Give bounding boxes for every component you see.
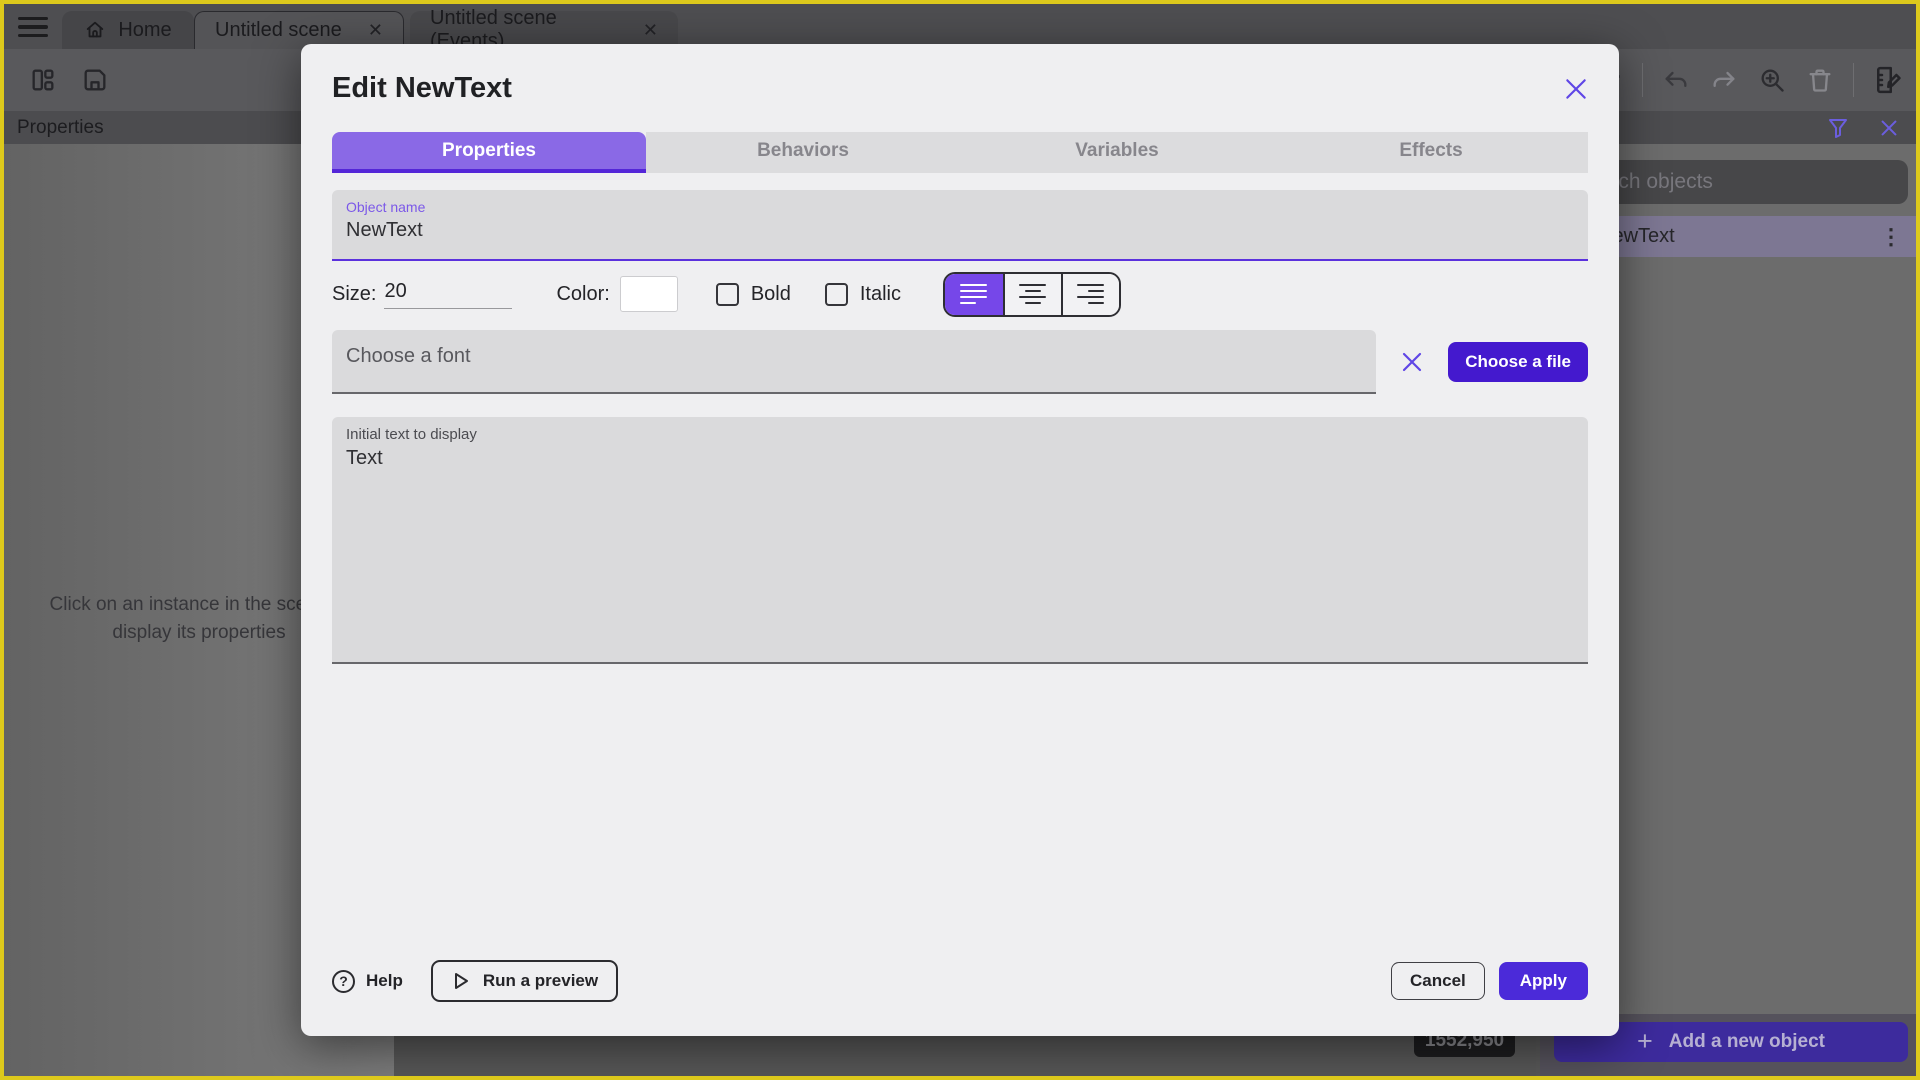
initial-text-input[interactable]: Text [346, 447, 1574, 631]
italic-checkbox[interactable] [824, 282, 848, 306]
trash-icon[interactable] [1805, 65, 1835, 95]
size-label: Size: [332, 282, 377, 305]
filter-icon[interactable] [1826, 116, 1850, 140]
tab-variables[interactable]: Variables [960, 132, 1274, 173]
edit-object-dialog: Edit NewText Properties Behaviors Variab… [301, 44, 1619, 1036]
tab-properties[interactable]: Properties [332, 132, 646, 173]
redo-icon[interactable] [1709, 65, 1739, 95]
open-panels-icon[interactable] [28, 65, 58, 95]
run-preview-button[interactable]: Run a preview [430, 960, 619, 1002]
initial-text-label: Initial text to display [346, 426, 477, 443]
help-label: Help [366, 971, 403, 990]
bold-label: Bold [750, 282, 791, 305]
tab-home-label: Home [118, 18, 172, 41]
toolbar-left-group [28, 65, 110, 95]
clear-font-icon[interactable] [1400, 350, 1424, 374]
font-row: Choose a file [332, 330, 1588, 394]
main-menu-icon[interactable] [18, 17, 48, 37]
app-window: Home Untitled scene ✕ Untitled scene (Ev… [0, 0, 1920, 1080]
initial-text-field[interactable]: Initial text to display Text [332, 417, 1588, 664]
align-left-button[interactable] [944, 273, 1003, 315]
font-input[interactable] [346, 345, 1363, 368]
help-icon: ? [332, 969, 355, 993]
dialog-actions: ? Help Run a preview Cancel Apply [332, 960, 1588, 1002]
align-right-button[interactable] [1060, 273, 1119, 315]
plus-icon: + [1636, 1025, 1653, 1056]
tab-home[interactable]: Home [62, 11, 194, 49]
dialog-title: Edit NewText [332, 72, 512, 104]
save-icon[interactable] [80, 65, 110, 95]
properties-panel-title: Properties [17, 116, 104, 138]
size-input[interactable] [384, 279, 513, 309]
edit-scene-events-icon[interactable] [1872, 65, 1902, 95]
undo-icon[interactable] [1661, 65, 1691, 95]
close-tab-icon[interactable]: ✕ [643, 20, 658, 41]
cancel-button[interactable]: Cancel [1391, 962, 1485, 1000]
object-options-kebab-icon[interactable]: ⋮ [1880, 224, 1902, 250]
window-tab-bar: Home Untitled scene ✕ Untitled scene (Ev… [4, 4, 1916, 52]
close-tab-icon[interactable]: ✕ [368, 20, 383, 41]
add-new-object-label: Add a new object [1668, 1031, 1826, 1052]
text-alignment-group [942, 271, 1121, 317]
choose-file-button[interactable]: Choose a file [1448, 342, 1588, 382]
home-icon [84, 19, 106, 41]
help-button[interactable]: ? Help [332, 969, 403, 993]
zoom-in-icon[interactable] [1757, 65, 1787, 95]
text-color-swatch[interactable] [619, 276, 678, 312]
object-name-field-label: Object name [346, 199, 426, 215]
color-label: Color: [556, 282, 610, 305]
toolbar-divider [1642, 63, 1643, 97]
bold-checkbox[interactable] [715, 282, 739, 306]
run-preview-label: Run a preview [482, 971, 599, 990]
object-name-input[interactable] [346, 219, 1574, 242]
toolbar-divider [1853, 63, 1854, 97]
size-field [384, 279, 513, 309]
align-center-button[interactable] [1002, 273, 1061, 315]
tab-effects[interactable]: Effects [1274, 132, 1588, 173]
text-style-row: Size: Color: Bold Italic [332, 271, 1588, 317]
font-field[interactable] [332, 330, 1377, 394]
object-name-field[interactable]: Object name [332, 190, 1588, 261]
tab-behaviors[interactable]: Behaviors [646, 132, 960, 173]
close-panel-icon[interactable] [1878, 117, 1900, 139]
play-icon [451, 971, 471, 991]
apply-button[interactable]: Apply [1498, 962, 1588, 1000]
tab-untitled-scene-label: Untitled scene [215, 19, 342, 41]
dialog-close-icon[interactable] [1561, 74, 1591, 104]
dialog-tabs: Properties Behaviors Variables Effects [332, 132, 1588, 173]
italic-label: Italic [859, 282, 901, 305]
